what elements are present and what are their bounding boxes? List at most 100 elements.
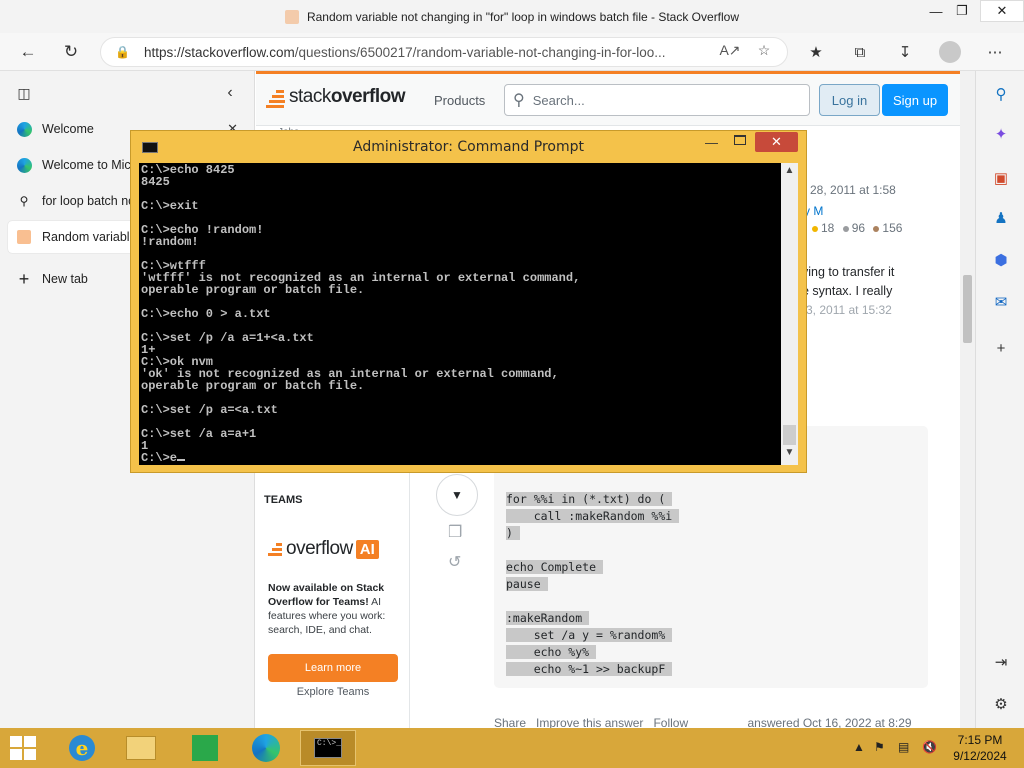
code-line: :makeRandom — [506, 611, 590, 625]
collapse-panel-icon[interactable]: ‹ — [216, 79, 244, 107]
address-bar[interactable]: 🔒 https://stackoverflow.com/questions/65… — [100, 37, 788, 67]
cmd-scroll-thumb[interactable] — [783, 425, 796, 445]
edge-sidebar: ⚲ ✦ ▣ ♟ ⬢ ✉ + ⇥ ⚙ — [975, 71, 1024, 728]
cmd-scrollbar[interactable]: ▲ ▼ — [781, 163, 798, 465]
tab-actions-icon[interactable]: ◫ — [10, 79, 38, 107]
internet-explorer-taskbar-icon[interactable]: e — [54, 730, 110, 766]
stackoverflow-icon — [16, 229, 32, 245]
flag-icon[interactable]: ⚑ — [874, 740, 885, 754]
back-button[interactable]: ← — [14, 38, 42, 66]
search-icon: ⚲ — [513, 92, 525, 109]
scrollbar-thumb[interactable] — [963, 275, 972, 343]
tray-overflow-icon[interactable]: ▲ — [853, 740, 865, 754]
copilot-icon[interactable]: ✦ — [990, 123, 1012, 145]
stack-logo-icon — [268, 542, 282, 556]
start-button[interactable] — [10, 736, 40, 760]
settings-gear-icon[interactable]: ⚙ — [990, 693, 1012, 715]
network-icon[interactable]: ▤ — [898, 740, 909, 754]
system-clock[interactable]: 7:15 PM 9/12/2024 — [940, 732, 1020, 764]
favorites-icon[interactable]: ★ — [804, 41, 828, 63]
edge-icon — [16, 157, 32, 173]
cmd-minimize-button[interactable]: — — [705, 135, 718, 150]
outlook-icon[interactable]: ✉ — [990, 291, 1012, 313]
share-link[interactable]: Share — [494, 716, 526, 728]
cmd-console[interactable]: C:\>echo 8425 8425 C:\>exit C:\>echo !ra… — [139, 163, 781, 465]
close-window-button[interactable]: ✕ — [980, 0, 1024, 22]
add-icon[interactable]: + — [990, 337, 1012, 359]
page-scrollbar[interactable] — [960, 71, 975, 728]
cmd-close-button[interactable]: ✕ — [755, 132, 798, 152]
taskbar: e C:\>_ ▲ ⚑ ▤ 🔇 7:15 PM 9/12/2024 — [0, 728, 1024, 768]
teams-ad: TEAMS overflow AI Now available on Stack… — [256, 467, 410, 728]
overflow-ai-logo: overflow AI — [268, 538, 379, 560]
browser-titlebar: Random variable not changing in "for" lo… — [0, 0, 1024, 33]
stackoverflow-favicon-icon — [284, 9, 299, 24]
code-line: pause — [506, 577, 548, 591]
more-menu-icon[interactable]: ⋯ — [983, 41, 1007, 63]
file-explorer-taskbar-icon[interactable] — [113, 730, 169, 766]
code-line: echo %~1 >> backupF — [506, 662, 673, 676]
products-link[interactable]: Products — [434, 93, 485, 108]
cmd-titlebar[interactable]: Administrator: Command Prompt — ✕ — [131, 131, 806, 163]
volume-muted-icon[interactable]: 🔇 — [922, 740, 937, 754]
stackoverflow-logo[interactable]: stack overflow — [266, 86, 405, 108]
window-title: Random variable not changing in "for" lo… — [306, 9, 740, 24]
scroll-down-arrow-icon[interactable]: ▼ — [781, 447, 798, 463]
scroll-up-arrow-icon[interactable]: ▲ — [781, 165, 798, 181]
office-icon[interactable]: ⬢ — [990, 249, 1012, 271]
stack-logo-icon — [266, 90, 285, 108]
code-line: set /a y = %random% — [506, 628, 673, 642]
teams-ad-text: Now available on Stack Overflow for Team… — [268, 582, 386, 636]
comment-date: 3, 2011 at 15:32 — [806, 303, 892, 317]
history-icon[interactable]: ↺ — [448, 552, 461, 572]
asked-date: 28, 2011 at 1:58 — [810, 183, 896, 197]
read-aloud-icon[interactable]: A↗ — [719, 42, 741, 59]
follow-link[interactable]: Follow — [653, 716, 688, 728]
user-badges: 18 96 156 — [812, 221, 902, 235]
answered-date: answered Oct 16, 2022 at 8:29 — [747, 716, 912, 728]
downloads-icon[interactable]: ↧ — [893, 41, 917, 63]
hide-sidebar-icon[interactable]: ⇥ — [990, 651, 1012, 673]
browser-toolbar: ← ↻ 🔒 https://stackoverflow.com/question… — [0, 33, 1024, 71]
command-prompt-window[interactable]: Administrator: Command Prompt — ✕ C:\>ec… — [130, 130, 807, 473]
code-lines: for %%i in (*.txt) do ( call :makeRandom… — [506, 491, 680, 678]
teams-heading: TEAMS — [264, 494, 303, 506]
learn-more-button[interactable]: Learn more — [268, 654, 398, 682]
favorite-star-icon[interactable]: ☆ — [753, 42, 775, 59]
cmd-taskbar-icon[interactable]: C:\>_ — [300, 730, 356, 766]
downvote-button[interactable]: ▼ — [436, 474, 478, 516]
so-header: stack overflow Products ⚲ Search... Log i… — [256, 74, 960, 126]
url-path: /questions/6500217/random-variable-not-c… — [294, 44, 666, 60]
tools-icon[interactable]: ♟ — [990, 207, 1012, 229]
refresh-button[interactable]: ↻ — [57, 38, 85, 66]
search-icon: ⚲ — [19, 194, 29, 208]
edge-taskbar-icon[interactable] — [238, 730, 294, 766]
restore-button[interactable]: ❐ — [947, 0, 977, 22]
signup-button[interactable]: Sign up — [882, 84, 948, 116]
comment-text-1: ying to transfer it — [802, 265, 895, 279]
so-search-input[interactable]: ⚲ Search... — [504, 84, 810, 116]
lock-icon: 🔒 — [115, 45, 130, 59]
code-line: ) — [506, 526, 520, 540]
login-button[interactable]: Log in — [819, 84, 880, 116]
store-taskbar-icon[interactable] — [177, 730, 233, 766]
bookmark-icon[interactable]: ❒ — [448, 522, 462, 542]
answer-actions: Share Improve this answer Follow answere… — [494, 716, 912, 728]
collections-icon[interactable]: ⧉ — [848, 41, 872, 63]
explore-teams-link[interactable]: Explore Teams — [256, 686, 410, 698]
code-line: call :makeRandom %%i — [506, 509, 680, 523]
shopping-icon[interactable]: ▣ — [990, 167, 1012, 189]
profile-icon[interactable] — [938, 41, 962, 63]
cmd-maximize-button[interactable] — [734, 135, 746, 145]
search-icon[interactable]: ⚲ — [990, 83, 1012, 105]
code-line: echo %y% — [506, 645, 597, 659]
code-line: echo Complete — [506, 560, 603, 574]
avatar — [939, 41, 961, 63]
improve-link[interactable]: Improve this answer — [536, 716, 643, 728]
comment-text-2: e syntax. I really — [802, 284, 893, 298]
code-line: for %%i in (*.txt) do ( — [506, 492, 673, 506]
edge-icon — [16, 121, 32, 137]
cmd-output: C:\>echo 8425 8425 C:\>exit C:\>echo !ra… — [141, 163, 581, 465]
